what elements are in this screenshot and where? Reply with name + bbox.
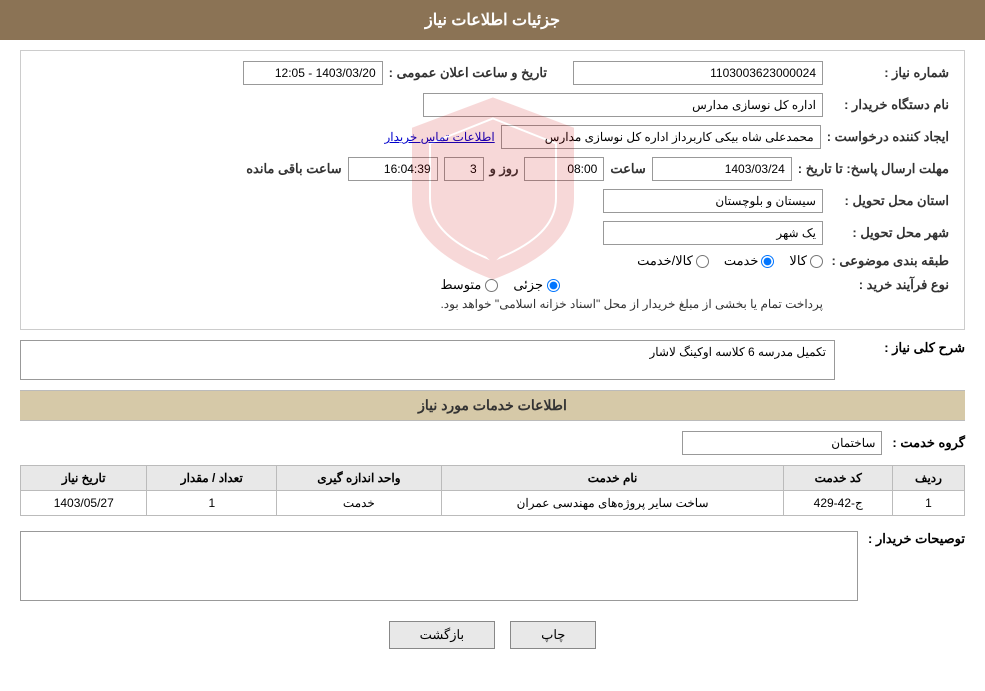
contact-link[interactable]: اطلاعات تماس خریدار [384, 130, 494, 144]
radio-motovaset[interactable]: متوسط [440, 277, 498, 293]
back-button[interactable]: بازگشت [389, 621, 495, 649]
name-dastgah-input [423, 93, 823, 117]
radio-jozii-input[interactable] [547, 279, 560, 292]
buyer-notes-textarea[interactable] [20, 531, 858, 601]
radio-kala-khedmat[interactable]: کالا/خدمت [637, 253, 709, 269]
nooe-farayand-group: متوسط جزئی [440, 277, 823, 293]
radio-motovaset-input[interactable] [485, 279, 498, 292]
radio-jozii-label: جزئی [513, 277, 543, 293]
ostan-label: استان محل تحویل : [829, 193, 949, 209]
gorohe-khedmat-input [682, 431, 882, 455]
farayand-note: پرداخت تمام یا بخشی از مبلغ خریدار از مح… [440, 297, 823, 311]
nooe-farayand-label: نوع فرآیند خرید : [829, 277, 949, 293]
shahr-label: شهر محل تحویل : [829, 225, 949, 241]
mohlet-remaining-label: ساعت باقی مانده [246, 161, 341, 177]
gorohe-khedmat-label: گروه خدمت : [892, 435, 965, 451]
col-tarikh: تاریخ نیاز [21, 466, 147, 491]
sharh-koli-label: شرح کلی نیاز : [845, 340, 965, 356]
cell-vahed: خدمت [277, 491, 441, 516]
buyer-notes-label: توصیحات خریدار : [868, 531, 965, 547]
col-vahed: واحد اندازه گیری [277, 466, 441, 491]
col-naam: نام خدمت [441, 466, 784, 491]
radio-motovaset-label: متوسط [440, 277, 481, 293]
ostan-input [603, 189, 823, 213]
services-table: ردیف کد خدمت نام خدمت واحد اندازه گیری ت… [20, 465, 965, 516]
page-header: جزئیات اطلاعات نیاز [0, 0, 985, 40]
radio-kala-khedmat-label: کالا/خدمت [637, 253, 693, 269]
page-title: جزئیات اطلاعات نیاز [425, 12, 560, 29]
cell-radif: 1 [892, 491, 964, 516]
ijad-konande-label: ایجاد کننده درخواست : [827, 129, 949, 145]
col-radif: ردیف [892, 466, 964, 491]
shomara-niaz-input[interactable] [573, 61, 823, 85]
cell-tedad: 1 [147, 491, 277, 516]
col-tedad: تعداد / مقدار [147, 466, 277, 491]
mohlet-time-input [524, 157, 604, 181]
print-button[interactable]: چاپ [510, 621, 596, 649]
radio-jozii[interactable]: جزئی [513, 277, 560, 293]
cell-naam: ساخت سایر پروژه‌های مهندسی عمران [441, 491, 784, 516]
cell-kod: ج-42-429 [784, 491, 893, 516]
services-section-title: اطلاعات خدمات مورد نیاز [20, 390, 965, 421]
radio-kala-label: کالا [789, 253, 807, 269]
radio-khedmat-input[interactable] [761, 255, 774, 268]
shahr-input [603, 221, 823, 245]
radio-kala-input[interactable] [810, 255, 823, 268]
tabaqe-label: طبقه بندی موضوعی : [829, 253, 949, 269]
mohlet-date-input [652, 157, 792, 181]
sharh-koli-display: تکمیل مدرسه 6 کلاسه اوکینگ لاشار [20, 340, 835, 380]
mohlet-time-label: ساعت [610, 161, 645, 177]
ijad-konande-input [501, 125, 821, 149]
mohlet-remaining-input [348, 157, 438, 181]
mohlet-days-input [444, 157, 484, 181]
radio-khedmat[interactable]: خدمت [724, 253, 775, 269]
tarikh-ilan-label: تاریخ و ساعت اعلان عمومی : [389, 65, 547, 81]
radio-kala-khedmat-input[interactable] [696, 255, 709, 268]
mohlet-label: مهلت ارسال پاسخ: تا تاریخ : [798, 161, 949, 177]
radio-kala[interactable]: کالا [789, 253, 823, 269]
table-row: 1 ج-42-429 ساخت سایر پروژه‌های مهندسی عم… [21, 491, 965, 516]
shomara-niaz-label: شماره نیاز : [829, 65, 949, 81]
radio-khedmat-label: خدمت [724, 253, 759, 269]
col-kod: کد خدمت [784, 466, 893, 491]
mohlet-rooz-label: روز و [490, 161, 519, 177]
name-dastgah-label: نام دستگاه خریدار : [829, 97, 949, 113]
tarikh-ilan-input [243, 61, 383, 85]
cell-tarikh: 1403/05/27 [21, 491, 147, 516]
tabaqe-radio-group: کالا/خدمت خدمت کالا [637, 253, 823, 269]
